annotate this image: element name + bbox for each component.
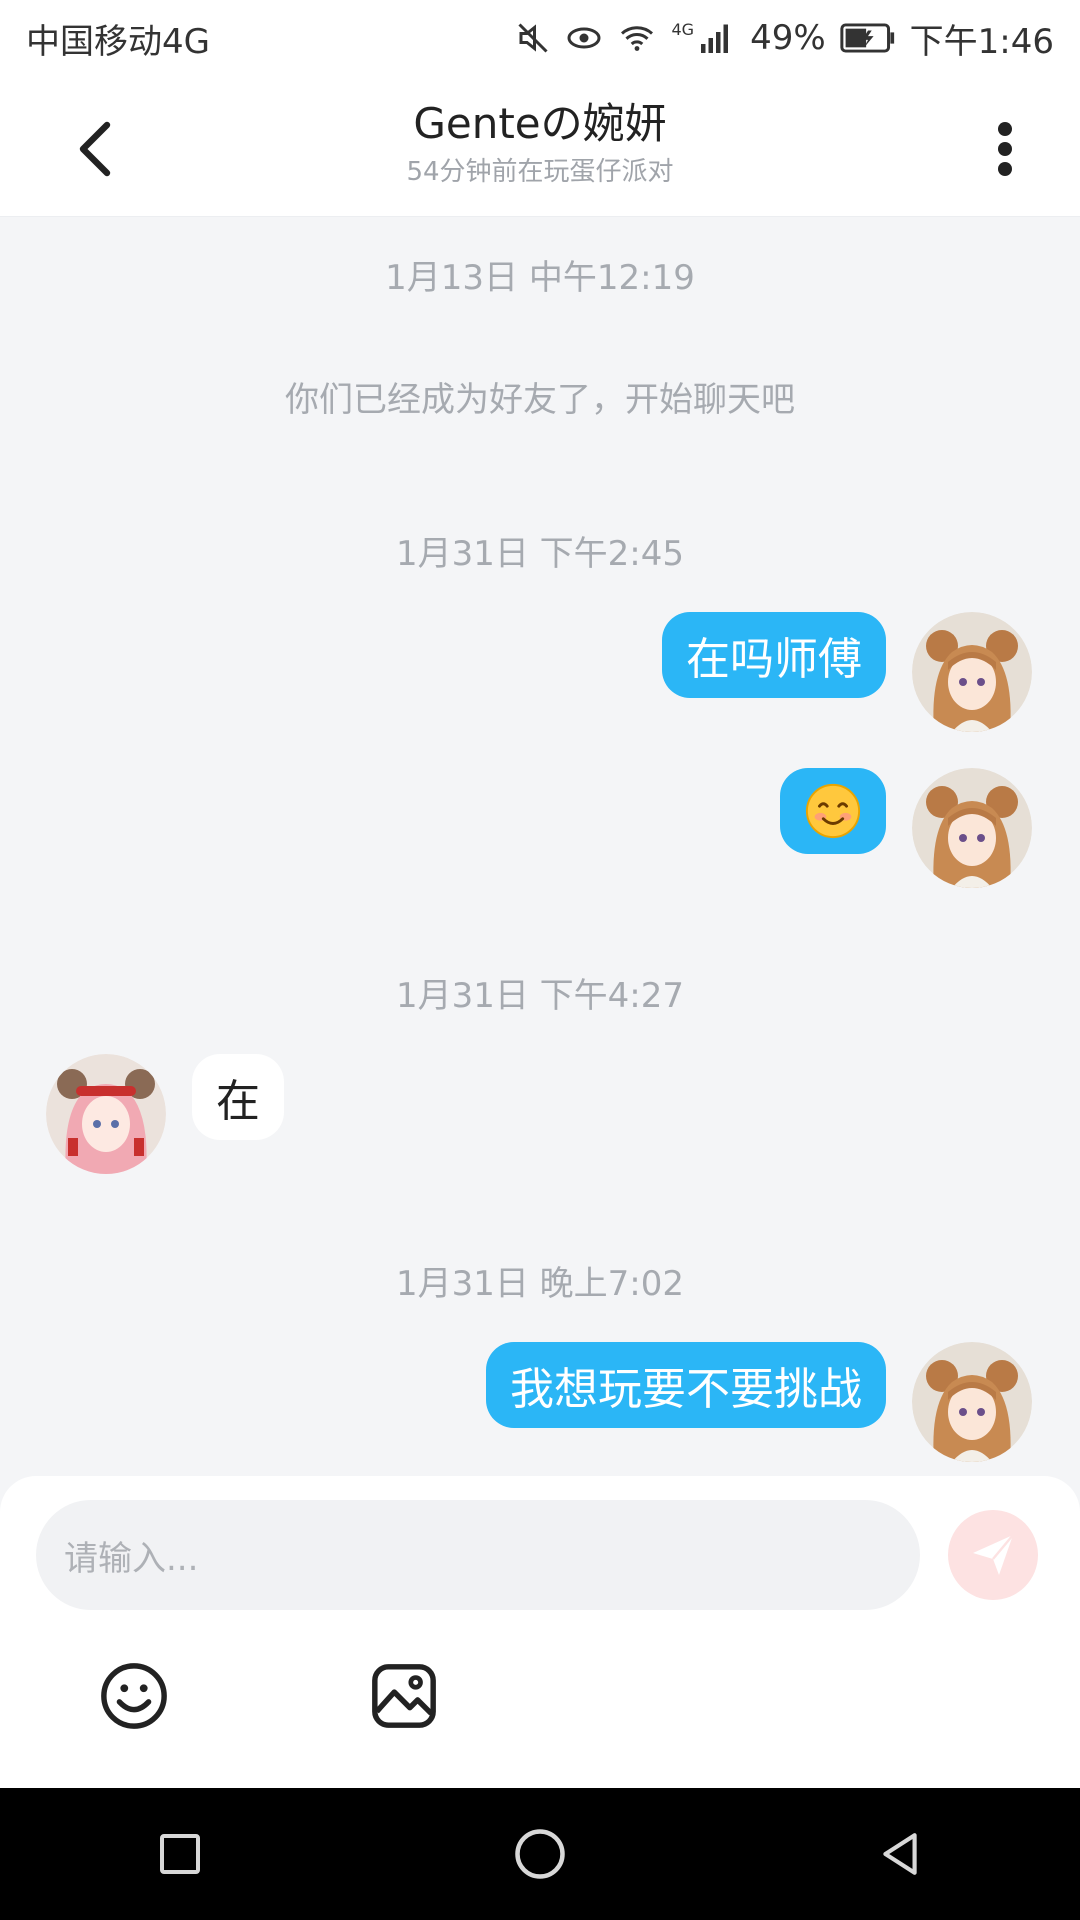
timestamp: 1月31日 下午4:27 [395, 976, 685, 1016]
emoji-message [804, 782, 862, 840]
message-composer: 请输入... [0, 1476, 1080, 1788]
emoji-icon [101, 1663, 167, 1729]
system-navigation-bar [0, 1788, 1080, 1920]
my-avatar[interactable] [912, 768, 1032, 888]
chat-area[interactable]: 1月13日 中午12:19 你们已经成为好友了，开始聊天吧 1月31日 下午2:… [0, 216, 1080, 1476]
signal-icon: 4G [671, 20, 736, 56]
network-type-label: 4G [671, 20, 695, 39]
back-icon [79, 121, 111, 177]
input-placeholder: 请输入... [64, 1538, 199, 1579]
battery-percent: 49% [750, 18, 826, 58]
image-button[interactable] [364, 1656, 444, 1736]
contact-avatar[interactable] [46, 1054, 166, 1174]
my-avatar[interactable] [912, 1342, 1032, 1462]
message-text: 我想玩要不要挑战 [510, 1364, 862, 1415]
eye-icon [565, 20, 603, 56]
carrier-label: 中国移动4G [26, 21, 210, 62]
nav-back-button[interactable] [850, 1804, 950, 1904]
more-options-button[interactable] [970, 114, 1040, 184]
my-avatar[interactable] [912, 612, 1032, 732]
incoming-message[interactable]: 在 [192, 1054, 284, 1140]
outgoing-message[interactable] [780, 768, 886, 854]
recent-apps-button[interactable] [130, 1804, 230, 1904]
battery-icon [840, 23, 896, 53]
timestamp: 1月31日 晚上7:02 [395, 1264, 685, 1304]
mute-icon [515, 20, 551, 56]
timestamp: 1月31日 下午2:45 [395, 534, 685, 574]
outgoing-message[interactable]: 我想玩要不要挑战 [486, 1342, 886, 1428]
smiling-face-icon [805, 783, 861, 839]
outgoing-message[interactable]: 在吗师傅 [662, 612, 886, 698]
timestamp: 1月13日 中午12:19 [385, 258, 695, 298]
chat-header: Genteの婉妍 54分钟前在玩蛋仔派对 [0, 76, 1080, 217]
wifi-icon [617, 20, 657, 56]
home-icon [515, 1829, 565, 1879]
message-input[interactable]: 请输入... [36, 1500, 920, 1610]
clock: 下午1:46 [909, 21, 1054, 62]
nav-back-icon [883, 1833, 917, 1875]
image-icon [372, 1664, 436, 1728]
home-button[interactable] [490, 1804, 590, 1904]
recent-apps-icon [160, 1834, 200, 1874]
send-icon [973, 1534, 1014, 1575]
contact-name: Genteの婉妍 [413, 99, 667, 148]
message-text: 在 [216, 1076, 260, 1127]
more-icon [998, 122, 1012, 176]
system-message: 你们已经成为好友了，开始聊天吧 [285, 380, 795, 420]
contact-status: 54分钟前在玩蛋仔派对 [406, 157, 674, 187]
message-text: 在吗师傅 [686, 634, 862, 685]
status-icons: 4G 49% 下午1:46 [515, 14, 1080, 63]
send-button[interactable] [948, 1510, 1038, 1600]
emoji-button[interactable] [94, 1656, 174, 1736]
status-bar: 中国移动4G 4G 49% 下午1:46 [0, 0, 1080, 76]
title-block: Genteの婉妍 54分钟前在玩蛋仔派对 [200, 96, 880, 190]
back-button[interactable] [60, 114, 130, 184]
